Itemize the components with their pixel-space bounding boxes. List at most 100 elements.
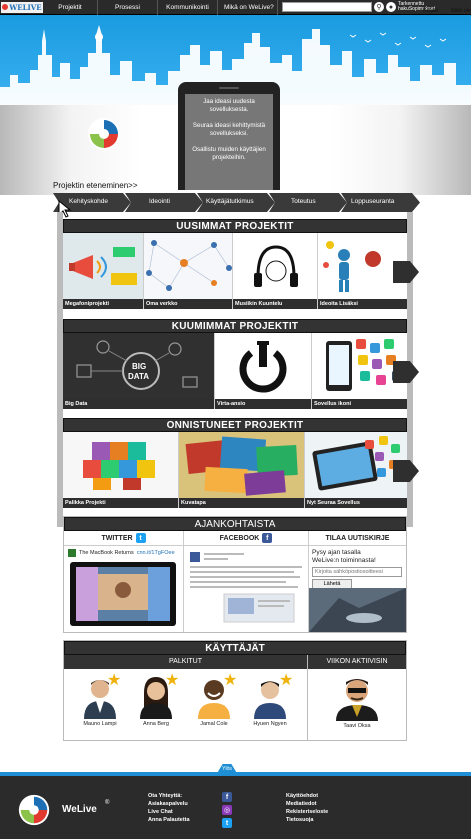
top-nav: WELIVE Projektit Prosessi Kommunikointi … (0, 0, 471, 15)
search-icon[interactable]: ⚲ (374, 2, 384, 12)
news-section: AJANKOHTAISTA TWITTER t The MacBook Retu… (63, 516, 407, 633)
headphones-image (233, 233, 317, 299)
newest-projects-tiles: Megafoniprojekti Oma verkko Musiikin Kuu… (63, 233, 419, 309)
link-terms[interactable]: Käyttöehdot (286, 792, 328, 800)
newest-projects: UUSIMMAT PROJEKTIT Megafoniprojekti Oma … (63, 219, 419, 309)
tile-caption: Sovellus ikoni (312, 399, 407, 409)
links-column: Käyttöehdot Mediatiedot Rekisteriseloste… (286, 792, 328, 824)
tweet-text: The MacBook Returns (79, 550, 134, 556)
project-tile[interactable]: Megafoniprojekti (63, 233, 144, 309)
brand-logo[interactable]: WELIVE (1, 1, 43, 13)
tweet-header: The MacBook Returns cnn.it/1TgFOee (68, 549, 179, 557)
newsletter-form: Pysy ajan tasalla WeLive:n toiminnasta! … (309, 546, 406, 592)
awarded-title: PALKITUT (64, 655, 307, 669)
tweet-link[interactable]: cnn.it/1TgFOee (137, 550, 175, 556)
project-tile[interactable]: Oma verkko (144, 233, 233, 309)
next-arrow-button[interactable] (393, 460, 419, 482)
instagram-icon[interactable]: ◎ (222, 805, 232, 815)
power-icon-image (215, 333, 311, 399)
nav-communication[interactable]: Kommunikointi (158, 0, 218, 15)
link-media-info[interactable]: Mediatiedot (286, 800, 328, 808)
link-privacy[interactable]: Tietosuoja (286, 816, 328, 824)
nav-projects[interactable]: Projektit (43, 0, 98, 15)
successful-projects-tiles: Palikka Projekti Kuvatapa Nyt Seuraa Sov… (63, 432, 419, 508)
users-section: KÄYTTÄJÄT PALKITUT Mauno Lampi ★ Anna Be… (63, 640, 407, 741)
project-tile[interactable]: Virta-ansio (215, 333, 312, 409)
newsletter-text-2: WeLive:n toiminnasta! (312, 557, 376, 564)
project-tile[interactable]: Kuvatapa (179, 432, 305, 508)
social-icons: f ◎ t (222, 792, 232, 828)
users-title: KÄYTTÄJÄT (64, 641, 406, 655)
footer-logo-icon[interactable] (16, 792, 52, 828)
hero-text-3: Osallistu muiden käyttäjien projekteihin… (192, 146, 266, 161)
step-user-research[interactable]: Käyttäjätutkimus (206, 198, 254, 205)
facebook-post-preview[interactable] (184, 546, 308, 630)
tweet[interactable]: The MacBook Returns cnn.it/1TgFOee (64, 546, 183, 633)
newest-projects-title: UUSIMMAT PROJEKTIT (63, 219, 407, 233)
user-name: Taavi Oksa (343, 723, 371, 729)
link-register-description[interactable]: Rekisteriseloste (286, 808, 328, 816)
next-arrow-button[interactable] (393, 261, 419, 283)
contact-customer-service[interactable]: Asiakaspalvelu (148, 800, 190, 808)
brand-logo-text: WELIVE (9, 2, 42, 12)
process-steps: Kehityskohde Ideointi Käyttäjätutkimus T… (53, 193, 420, 212)
star-icon: ★ (165, 672, 180, 689)
nav-process[interactable]: Prosessi (98, 0, 158, 15)
facebook-column: FACEBOOK f (184, 531, 309, 632)
tile-caption: Ideoita Lisäksi (318, 299, 407, 309)
tablet-apps-image (305, 432, 407, 498)
contact-feedback[interactable]: Anna Palautetta (148, 816, 190, 824)
newsletter-text-1: Pysy ajan tasalla (312, 549, 361, 556)
tweet-avatar (68, 549, 76, 557)
search-input[interactable] (282, 2, 372, 12)
tile-caption: Nyt Seuraa Sovellus (305, 498, 407, 508)
news-title: AJANKOHTAISTA (64, 517, 406, 531)
footer: WeLive ® Ota Yhteyttä: Asiakaspalvelu Li… (0, 772, 471, 839)
step-ideation[interactable]: Ideointi (149, 198, 170, 205)
step-development-target[interactable]: Kehityskohde (69, 198, 108, 205)
hero-text-1: Jaa ideasi uudesta sovelluksesta. (203, 98, 255, 113)
user-card[interactable]: Taavi Oksa (328, 673, 386, 729)
welive-logo-icon[interactable] (85, 115, 123, 153)
user-icon[interactable]: ● (386, 2, 396, 12)
step-implementation[interactable]: Toteutus (291, 198, 316, 205)
twitter-title: TWITTER (101, 534, 133, 542)
network-image (144, 233, 232, 299)
week-active-user: VIIKON AKTIIVISIN Taavi Oksa (308, 655, 406, 741)
avatar (330, 673, 384, 721)
tile-caption: Big Data (63, 399, 214, 409)
project-tile[interactable]: BIG DATA Big Data (63, 333, 215, 409)
twitter-icon[interactable]: t (135, 533, 146, 543)
tile-caption: Virta-ansio (215, 399, 311, 409)
photo-collage-image (179, 432, 304, 498)
logo-mark-icon (2, 4, 9, 10)
hottest-projects-title: KUUMIMMAT PROJEKTIT (63, 319, 407, 333)
facebook-title: FACEBOOK (219, 534, 260, 542)
user-name: Mauno Lampi (83, 721, 117, 727)
progress-title: Projektin eteneminen>> (53, 181, 138, 190)
contact-live-chat[interactable]: Live Chat (148, 808, 190, 816)
project-tile[interactable]: Nyt Seuraa Sovellus (305, 432, 407, 508)
hottest-projects-tiles: BIG DATA Big Data Virta-ansio Sovellus i… (63, 333, 419, 409)
user-name: Hyuen Ngyen (253, 721, 287, 727)
next-arrow-button[interactable] (393, 361, 419, 383)
phone-illustration: Jaa ideasi uudesta sovelluksesta. Seuraa… (178, 82, 280, 190)
facebook-icon[interactable]: f (222, 792, 232, 802)
project-tile[interactable]: Palikka Projekti (63, 432, 179, 508)
newsletter-email-input[interactable] (312, 567, 402, 577)
footer-brand: WeLive (62, 804, 97, 815)
megaphone-image (63, 233, 143, 299)
contact-title: Ota Yhteyttä: (148, 793, 183, 799)
twitter-header: TWITTER t (64, 531, 183, 546)
project-tile[interactable]: Musiikin Kuuntelu (233, 233, 318, 309)
twitter-icon[interactable]: t (222, 818, 232, 828)
newsletter-title: TILAA UUTISKIRJE (309, 531, 406, 546)
week-active-title: VIIKON AKTIIVISIN (308, 655, 406, 669)
news-columns: TWITTER t The MacBook Returns cnn.it/1Tg… (64, 531, 406, 632)
project-tile[interactable]: Sovellus ikoni (312, 333, 407, 409)
nav-what-is-welive[interactable]: Mikä on WeLive? (218, 0, 278, 15)
star-icon: ★ (107, 672, 122, 689)
user-name: Jamal Cole (200, 721, 228, 727)
step-follow-up[interactable]: Loppuseuranta (351, 198, 394, 205)
facebook-icon[interactable]: f (262, 533, 273, 543)
